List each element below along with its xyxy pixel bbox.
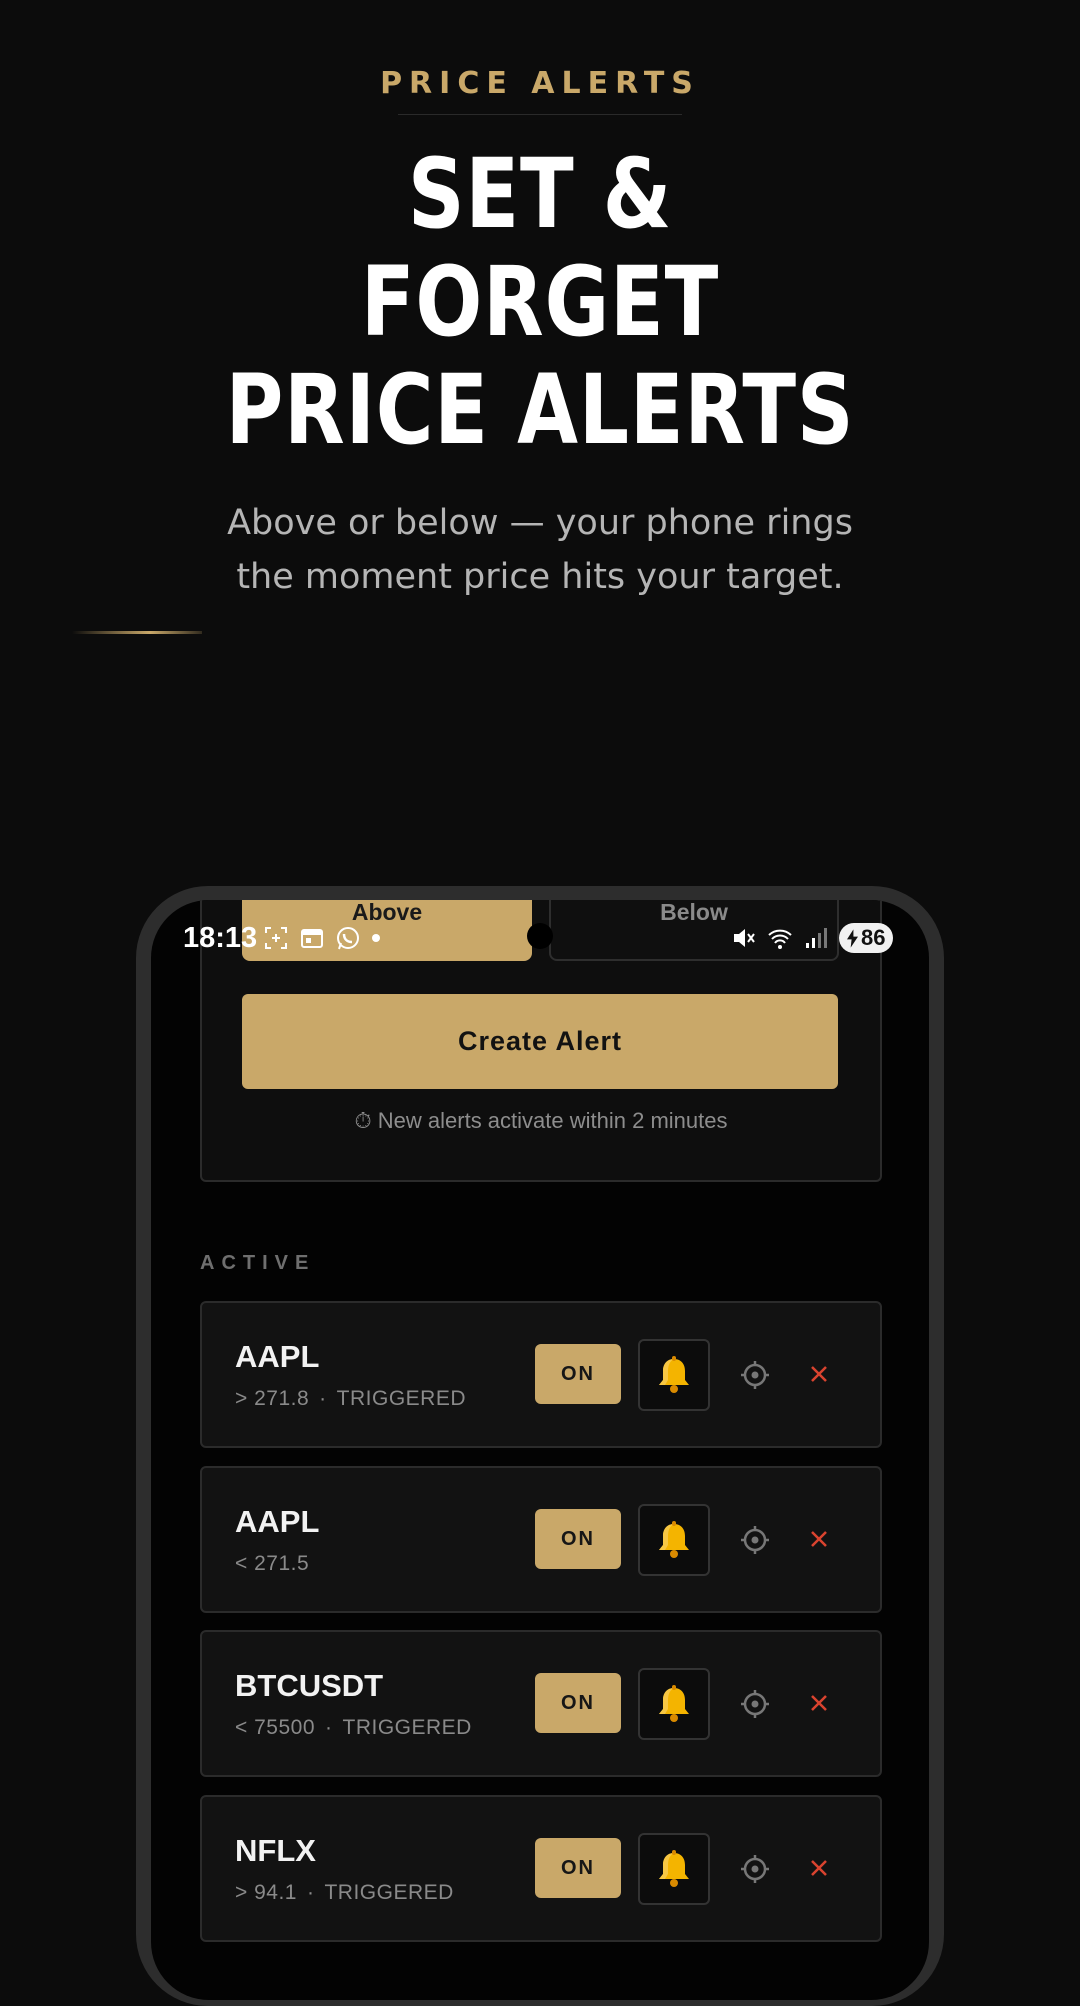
- wifi-icon: [768, 929, 792, 949]
- alert-condition: < 271.5: [235, 1552, 309, 1576]
- target-icon[interactable]: [739, 1688, 771, 1720]
- target-icon[interactable]: [739, 1524, 771, 1556]
- status-icons-right: 86: [731, 922, 894, 954]
- headline: SET & FORGET PRICE ALERTS: [97, 140, 983, 464]
- bell-icon: [659, 1521, 689, 1558]
- target-icon[interactable]: [739, 1359, 771, 1391]
- close-icon[interactable]: [805, 1689, 833, 1717]
- phone-screen: Above Below 18:13 86 Create Alert ⏱ New …: [151, 900, 929, 2000]
- headline-line-3: PRICE ALERTS: [225, 354, 855, 466]
- alert-toggle-button[interactable]: ON: [535, 1673, 621, 1733]
- close-icon[interactable]: [805, 1525, 833, 1553]
- alert-condition: > 271.8 · TRIGGERED: [235, 1387, 466, 1410]
- battery-indicator: 86: [839, 923, 894, 953]
- bell-icon: [659, 1685, 689, 1722]
- alert-row: AAPL > 271.8 · TRIGGERED ON: [200, 1301, 882, 1448]
- alert-toggle-button[interactable]: ON: [535, 1344, 621, 1404]
- subtitle: Above or below — your phone rings the mo…: [0, 496, 1080, 604]
- subtitle-line-2: the moment price hits your target.: [236, 557, 844, 597]
- alert-status: TRIGGERED: [336, 1387, 466, 1410]
- alert-symbol: NFLX: [235, 1833, 316, 1868]
- alert-status: TRIGGERED: [342, 1716, 472, 1739]
- alert-symbol: AAPL: [235, 1504, 320, 1539]
- alert-threshold: < 271.5: [235, 1552, 310, 1575]
- alert-sound-button[interactable]: [638, 1339, 710, 1411]
- alert-sound-button[interactable]: [638, 1504, 710, 1576]
- alert-condition: < 75500 · TRIGGERED: [235, 1716, 472, 1739]
- mute-icon: [734, 929, 755, 947]
- alert-threshold: < 75500: [235, 1716, 315, 1739]
- status-time: 18:13: [183, 922, 258, 954]
- accent-line: [72, 631, 202, 634]
- headline-line-2: FORGET: [360, 246, 720, 358]
- alert-row: AAPL < 271.5 ON: [200, 1466, 882, 1613]
- activation-hint: ⏱ New alerts activate within 2 minutes: [354, 1108, 728, 1133]
- alert-symbol: AAPL: [235, 1339, 320, 1374]
- alert-status: TRIGGERED: [324, 1881, 454, 1904]
- close-icon[interactable]: [805, 1360, 833, 1388]
- bolt-icon: [847, 928, 858, 948]
- bell-icon: [659, 1850, 689, 1887]
- active-section-label: ACTIVE: [200, 1252, 316, 1274]
- signal-icon: [806, 928, 827, 948]
- alert-toggle-button[interactable]: ON: [535, 1509, 621, 1569]
- alert-sound-button[interactable]: [638, 1668, 710, 1740]
- eyebrow-label: PRICE ALERTS: [380, 66, 700, 101]
- create-alert-button[interactable]: Create Alert: [242, 994, 838, 1089]
- screenshot-icon: [265, 927, 287, 949]
- close-icon[interactable]: [805, 1854, 833, 1882]
- alert-symbol: BTCUSDT: [235, 1668, 384, 1703]
- battery-level: 86: [861, 925, 886, 950]
- calendar-icon: [301, 929, 323, 948]
- status-icons-left: [263, 922, 381, 954]
- whatsapp-icon: [337, 927, 359, 950]
- eyebrow-rule: [398, 114, 682, 115]
- alert-condition: > 94.1 · TRIGGERED: [235, 1881, 454, 1904]
- target-icon[interactable]: [739, 1853, 771, 1885]
- alert-threshold: > 94.1: [235, 1881, 297, 1904]
- subtitle-line-1: Above or below — your phone rings: [227, 503, 853, 543]
- headline-line-1: SET &: [407, 138, 673, 250]
- alert-threshold: > 271.8: [235, 1387, 310, 1410]
- alert-toggle-button[interactable]: ON: [535, 1838, 621, 1898]
- alert-sound-button[interactable]: [638, 1833, 710, 1905]
- notification-dot-icon: [372, 934, 380, 942]
- alert-row: BTCUSDT < 75500 · TRIGGERED ON: [200, 1630, 882, 1777]
- camera-cutout: [527, 923, 553, 949]
- bell-icon: [659, 1356, 689, 1393]
